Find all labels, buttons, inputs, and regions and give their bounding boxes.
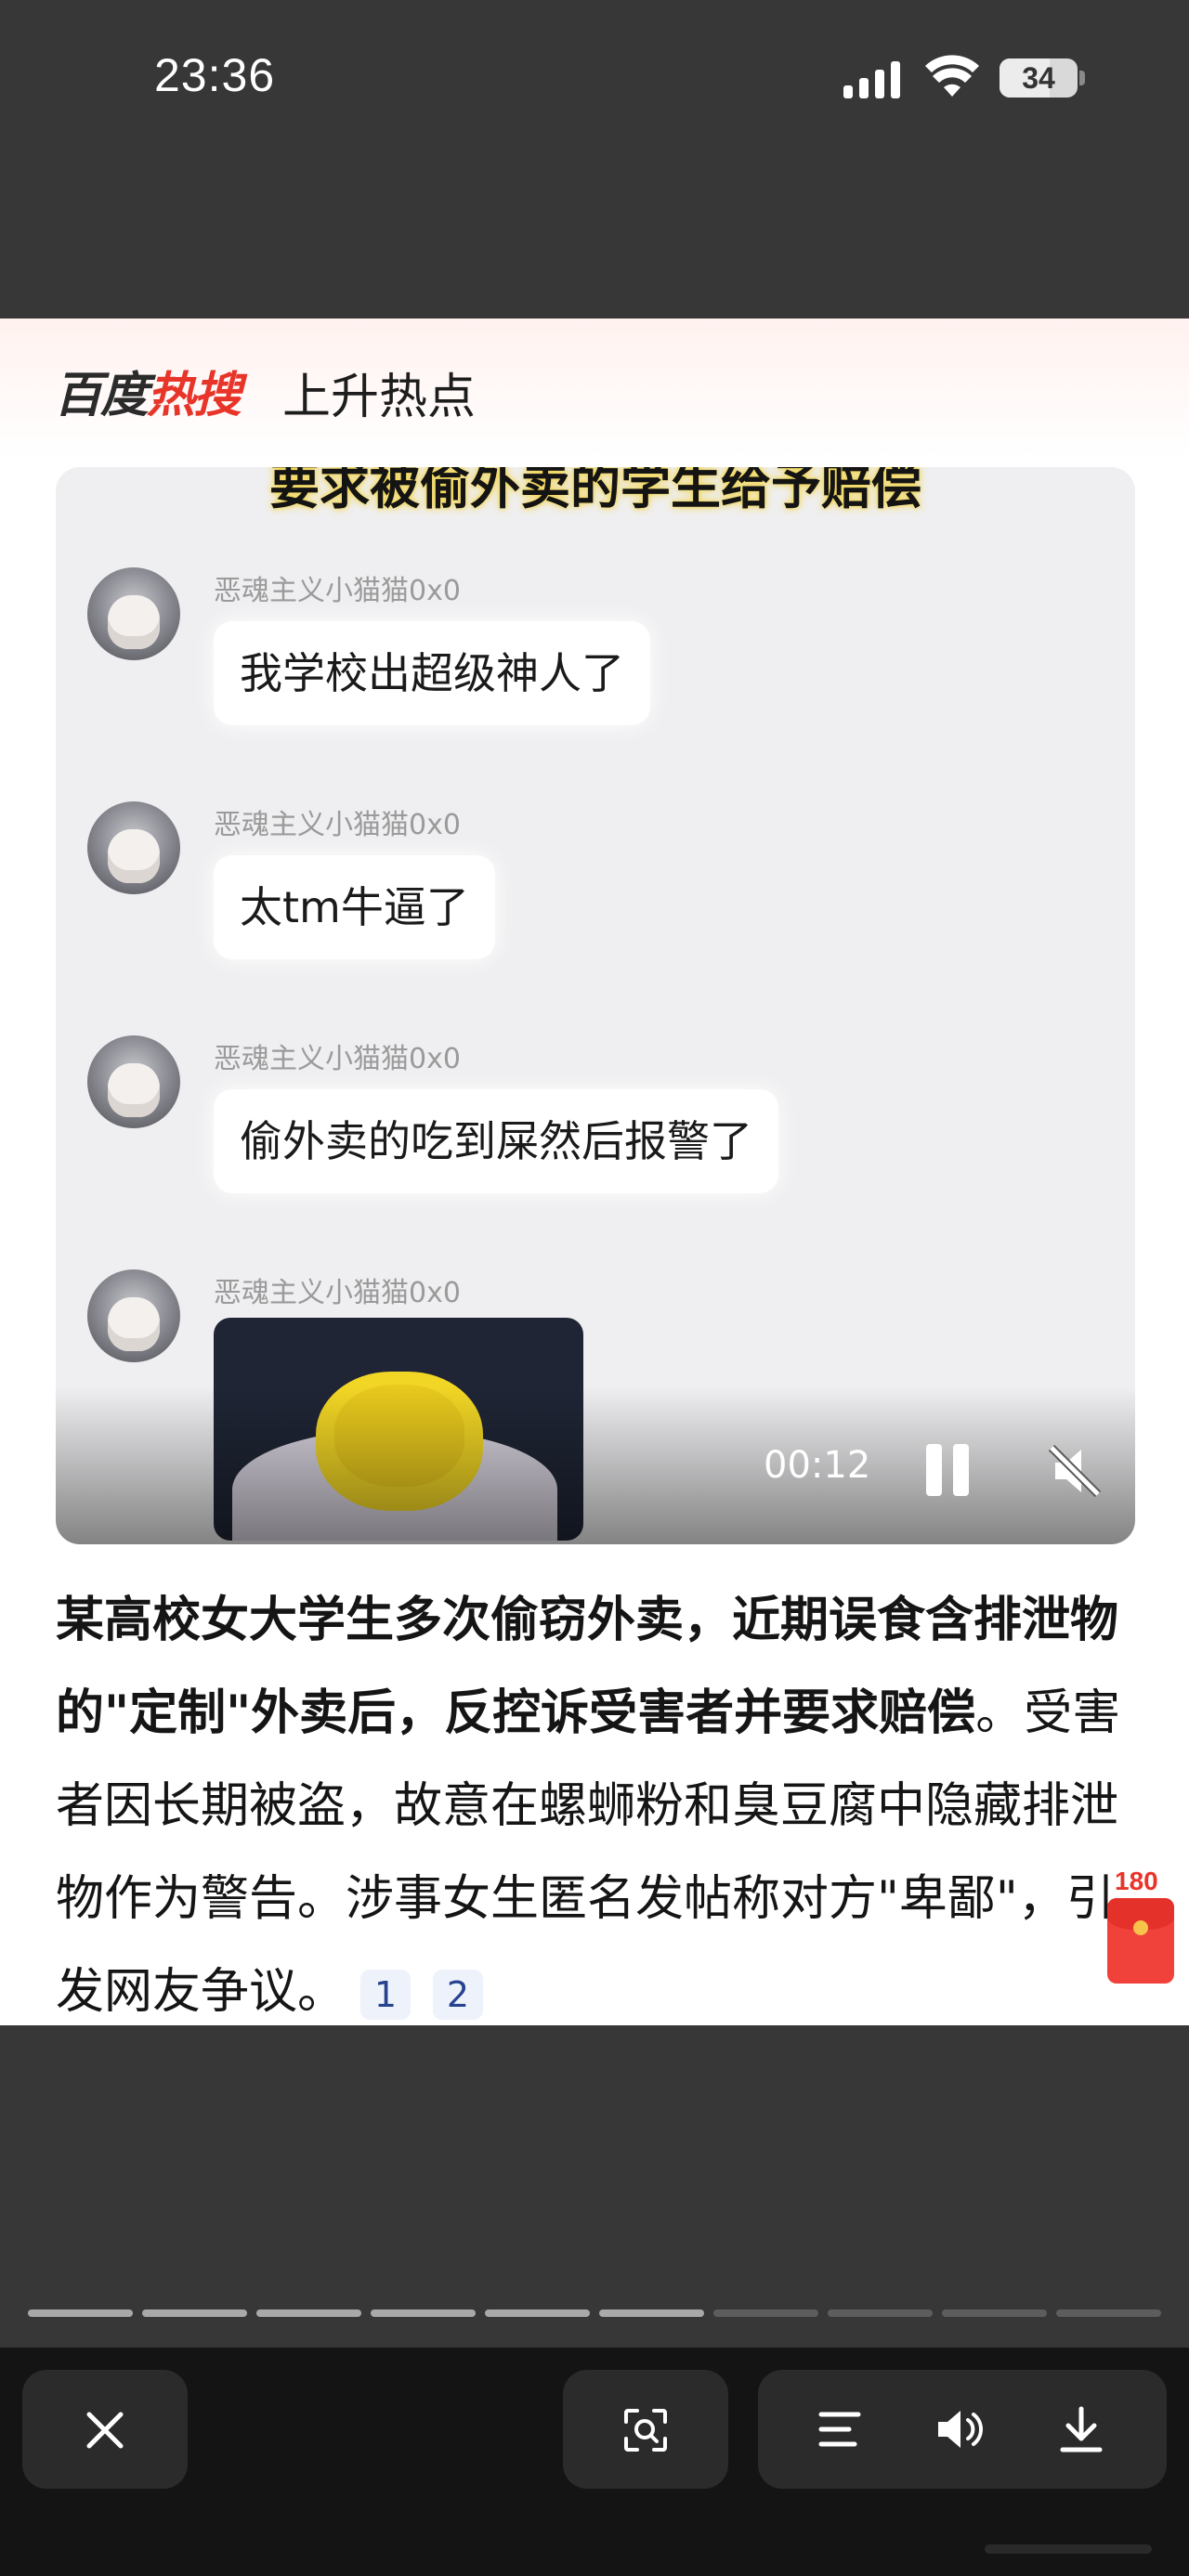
header-tagline: 上升热点 bbox=[282, 370, 477, 425]
summary-highlight: 某高校女大学生多次偷窃外卖，近期误食含排泄物的"定制"外卖后，反控诉受害者并要求… bbox=[56, 1593, 1119, 1741]
home-indicator[interactable] bbox=[985, 2544, 1152, 2554]
chat-username: 恶魂主义小猫猫0x0 bbox=[214, 809, 461, 841]
actions-group bbox=[758, 2370, 1167, 2489]
video-player[interactable]: 要求被偷外卖的学生给予赔偿 恶魂主义小猫猫0x0 我学校出超级神人了 恶魂主义小… bbox=[56, 467, 1135, 1544]
battery-level: 34 bbox=[1022, 61, 1055, 95]
scan-button[interactable] bbox=[563, 2370, 728, 2489]
video-time: 00:12 bbox=[764, 1444, 871, 1487]
chat-username: 恶魂主义小猫猫0x0 bbox=[214, 1277, 461, 1309]
download-icon[interactable] bbox=[1059, 2405, 1104, 2453]
avatar bbox=[87, 801, 180, 894]
volume-icon[interactable] bbox=[934, 2407, 986, 2452]
video-controls-shade bbox=[56, 1386, 1135, 1544]
hot-search-card[interactable]: 百度热搜 上升热点 要求被偷外卖的学生给予赔偿 恶魂主义小猫猫0x0 我学校出超… bbox=[0, 319, 1189, 2025]
status-time: 23:36 bbox=[154, 49, 276, 101]
menu-icon[interactable] bbox=[817, 2409, 862, 2450]
close-icon bbox=[86, 2412, 124, 2449]
signal-icon bbox=[843, 59, 903, 98]
progress-segment bbox=[28, 2309, 133, 2317]
progress-segment bbox=[942, 2309, 1047, 2317]
brand-part2: 热搜 bbox=[147, 368, 242, 423]
reference-2[interactable]: 2 bbox=[433, 1970, 484, 2020]
red-packet-count: 180 bbox=[1115, 1867, 1158, 1895]
status-bar: 23:36 34 bbox=[0, 0, 1189, 158]
close-button[interactable] bbox=[22, 2370, 188, 2489]
chat-username: 恶魂主义小猫猫0x0 bbox=[214, 1043, 461, 1075]
progress-segment bbox=[142, 2309, 247, 2317]
bottom-toolbar bbox=[0, 2348, 1189, 2576]
avatar bbox=[87, 567, 180, 660]
story-progress bbox=[28, 2309, 1161, 2317]
chat-bubble: 偷外卖的吃到屎然后报警了 bbox=[214, 1089, 778, 1193]
chat-username: 恶魂主义小猫猫0x0 bbox=[214, 575, 461, 607]
progress-segment bbox=[256, 2309, 361, 2317]
battery-cap bbox=[1079, 71, 1085, 85]
mute-icon[interactable] bbox=[1046, 1442, 1104, 1500]
progress-segment bbox=[485, 2309, 590, 2317]
progress-segment bbox=[828, 2309, 933, 2317]
pause-icon[interactable] bbox=[924, 1444, 971, 1496]
red-packet-icon[interactable] bbox=[1107, 1898, 1174, 1984]
progress-segment bbox=[1056, 2309, 1161, 2317]
scan-icon bbox=[624, 2409, 667, 2452]
avatar bbox=[87, 1269, 180, 1362]
progress-segment bbox=[599, 2309, 704, 2317]
progress-segment bbox=[371, 2309, 476, 2317]
reference-1[interactable]: 1 bbox=[360, 1970, 412, 2020]
chat-bubble: 我学校出超级神人了 bbox=[214, 621, 650, 725]
card-header: 百度热搜 上升热点 bbox=[0, 319, 1189, 458]
battery-icon: 34 bbox=[1000, 59, 1078, 98]
chat-bubble: 太tm牛逼了 bbox=[214, 855, 495, 959]
avatar bbox=[87, 1035, 180, 1128]
wifi-icon bbox=[925, 55, 979, 97]
brand-logo: 百度热搜 bbox=[54, 356, 242, 425]
brand-part1: 百度 bbox=[54, 368, 149, 423]
progress-segment bbox=[713, 2309, 818, 2317]
summary-text: 某高校女大学生多次偷窃外卖，近期误食含排泄物的"定制"外卖后，反控诉受害者并要求… bbox=[56, 1574, 1133, 2025]
video-overlay-title: 要求被偷外卖的学生给予赔偿 bbox=[269, 467, 921, 515]
